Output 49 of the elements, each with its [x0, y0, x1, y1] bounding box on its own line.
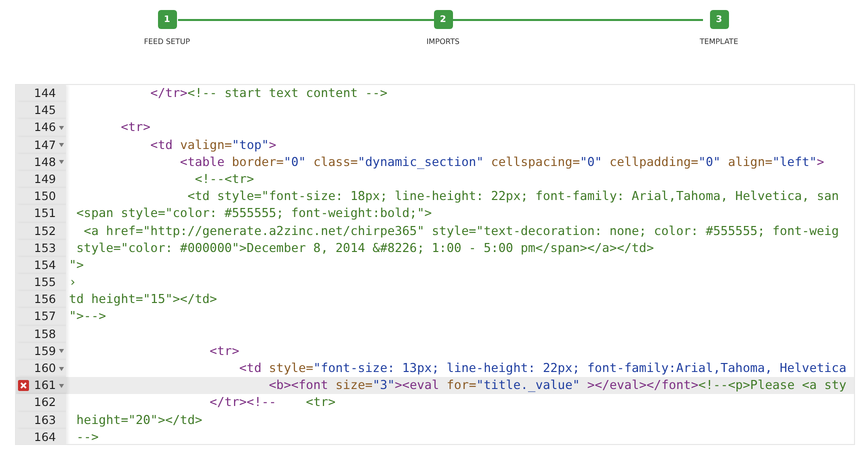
- code-line: <table border="0" class="dynamic_section" cellspacing="0" cellpadding="0" align="left">: [179, 154, 824, 169]
- code-line: <td style="font-size: 18px; line-height: 22px; font-family: Arial,Tahoma, Helvetica, san: [186, 189, 839, 204]
- code-line: <td style="font-size: 13px; line-height: 22px; font-family:Arial,Tahoma, Helvetica: [238, 361, 846, 375]
- code-line: <!--<tr>: [194, 172, 254, 186]
- line-number: 156: [34, 291, 56, 308]
- line-number: 159: [34, 342, 56, 360]
- code-line: <b><font size="3"><eval for="title._value" ></eval></font><!--<p>Please <a sty: [268, 378, 846, 392]
- code-line: td height="15"></td>: [69, 292, 218, 306]
- line-number: 163: [34, 412, 56, 429]
- line-number: 147: [34, 136, 56, 154]
- code-line: height="20"></td>: [75, 412, 202, 427]
- line-number: 161: [34, 377, 56, 394]
- fold-icon[interactable]: [58, 143, 64, 148]
- step-number: 1: [158, 10, 176, 29]
- code-line: <a href="http://generate.a2zinc.net/chirpe365" style="text-decoration: none; color: #555555; font-weig: [82, 224, 839, 238]
- step-number: 2: [434, 10, 452, 29]
- line-number: 146: [34, 119, 56, 136]
- code-line: </tr><!-- start text content -->: [149, 86, 388, 100]
- code-line: </tr><!-- <tr>: [208, 395, 336, 410]
- code-line: ›: [69, 275, 76, 290]
- line-number: 145: [34, 102, 56, 120]
- fold-icon[interactable]: [58, 366, 64, 371]
- line-number: 148: [34, 154, 56, 171]
- code-line: -->: [75, 430, 99, 444]
- fold-icon[interactable]: [58, 160, 64, 164]
- step-number: 3: [710, 10, 728, 29]
- line-number: 144: [34, 85, 56, 102]
- line-number: 149: [34, 170, 56, 188]
- line-number: 157: [34, 308, 56, 326]
- line-number: 151: [34, 205, 56, 222]
- code-line: style="color: #000000">December 8, 2014 &#8226; 1:00 - 5:00 pm</span></a></td>: [75, 240, 654, 255]
- line-number: 155: [34, 274, 56, 292]
- fold-icon[interactable]: [58, 126, 64, 130]
- code-line: <span style="color: #555555; font-weight:bold;">: [75, 206, 432, 220]
- line-number: 164: [34, 428, 56, 444]
- code-line: ">: [69, 258, 84, 272]
- fold-icon[interactable]: [58, 384, 64, 388]
- code-line: ">-->: [69, 309, 106, 324]
- line-number: 158: [34, 326, 56, 343]
- line-number: 154: [34, 256, 56, 274]
- line-number: 160: [34, 360, 56, 377]
- code-line: <tr>: [120, 120, 150, 134]
- line-number: 152: [34, 222, 56, 240]
- code-line: <tr>: [208, 344, 240, 358]
- line-number: 162: [34, 394, 56, 412]
- code-line: <td valign="top">: [149, 138, 276, 152]
- fold-icon[interactable]: [58, 349, 64, 354]
- line-number: 150: [34, 188, 56, 206]
- line-number: 153: [34, 240, 56, 257]
